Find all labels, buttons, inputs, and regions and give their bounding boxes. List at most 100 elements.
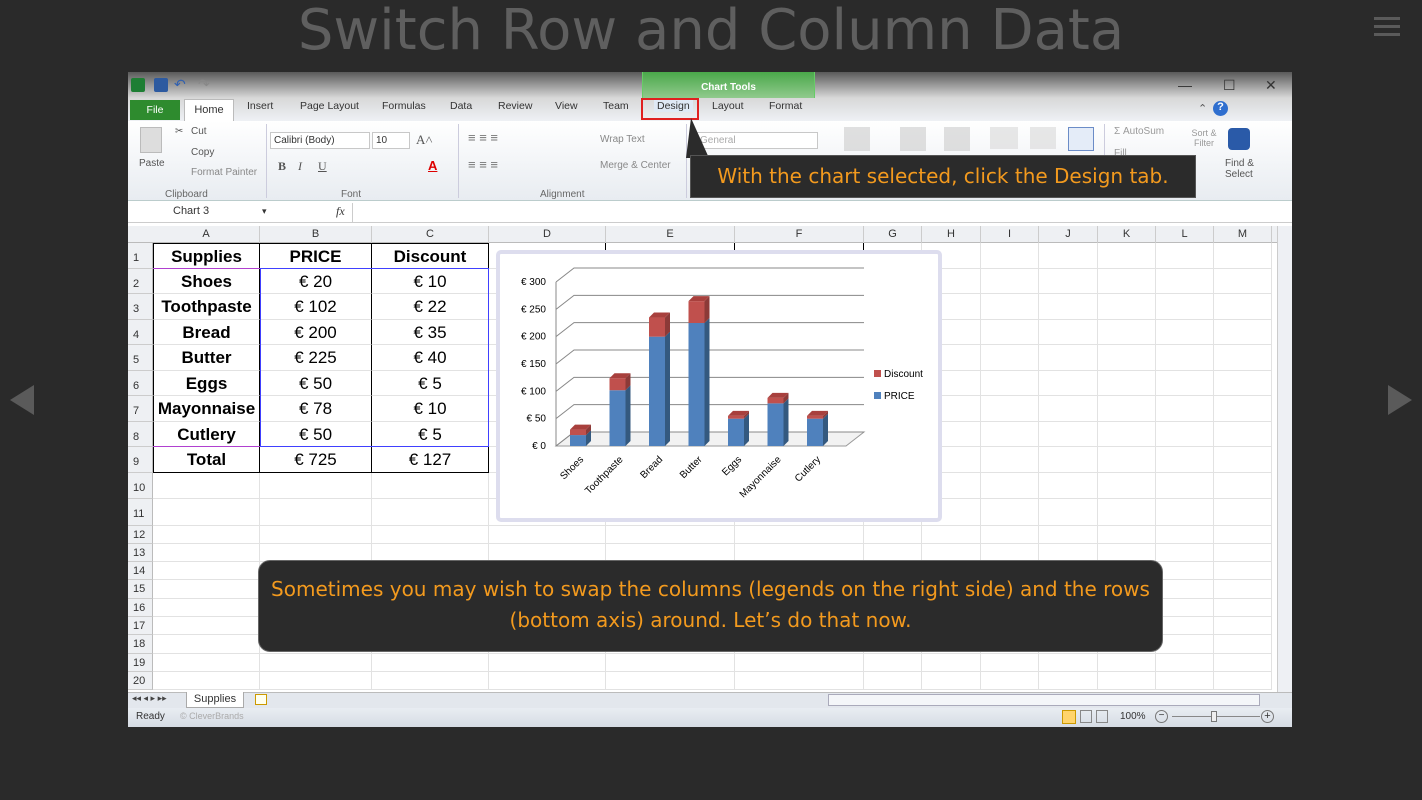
cell-M14[interactable] [1214, 562, 1272, 581]
column-header-j[interactable]: J [1039, 226, 1098, 243]
cell-M13[interactable] [1214, 543, 1272, 563]
cell-E12[interactable] [606, 525, 735, 544]
wrap-text-button[interactable]: Wrap Text [600, 134, 645, 145]
row-header-4[interactable]: 4 [128, 319, 153, 345]
close-icon[interactable]: ✕ [1265, 77, 1277, 94]
previous-slide-arrow-icon[interactable] [10, 385, 34, 415]
autosum-button[interactable]: Σ AutoSum [1114, 126, 1164, 137]
cell-G20[interactable] [864, 671, 922, 691]
cell-F20[interactable] [735, 671, 864, 691]
cell-I20[interactable] [981, 671, 1039, 691]
page-layout-view-icon[interactable] [1080, 710, 1092, 723]
cell-I4[interactable] [981, 319, 1039, 345]
column-header-e[interactable]: E [606, 226, 735, 243]
align-top-icon[interactable]: ≡ ≡ ≡ [468, 130, 498, 145]
cell-C1[interactable]: Discount [372, 243, 489, 269]
row-header-19[interactable]: 19 [128, 653, 153, 672]
cell-M9[interactable] [1214, 447, 1272, 473]
column-header-i[interactable]: I [981, 226, 1039, 243]
underline-button[interactable]: U [318, 159, 327, 174]
tab-layout[interactable]: Layout [712, 100, 744, 112]
cell-A1[interactable]: Supplies [153, 243, 260, 269]
conditional-formatting-icon[interactable] [844, 127, 870, 151]
cell-L17[interactable] [1156, 617, 1214, 636]
zoom-in-icon[interactable]: + [1261, 710, 1274, 723]
zoom-slider-thumb[interactable] [1211, 711, 1217, 722]
format-cells-icon[interactable] [1068, 127, 1094, 151]
cell-A14[interactable] [153, 562, 260, 581]
cell-I19[interactable] [981, 653, 1039, 672]
cell-M17[interactable] [1214, 617, 1272, 636]
column-header-b[interactable]: B [260, 226, 372, 243]
zoom-level[interactable]: 100% [1120, 711, 1146, 722]
cell-J5[interactable] [1039, 345, 1098, 371]
chart[interactable]: € 0 € 50 € 100 € 150 € 200 € 250 € 300 Shoes Too… [496, 250, 942, 522]
cell-M16[interactable] [1214, 598, 1272, 617]
font-name-select[interactable]: Calibri (Body) [270, 132, 370, 149]
cell-A19[interactable] [153, 653, 260, 672]
cell-K1[interactable] [1098, 243, 1156, 269]
row-header-6[interactable]: 6 [128, 370, 153, 396]
sheet-tab-supplies[interactable]: Supplies [186, 692, 244, 708]
cell-I8[interactable] [981, 421, 1039, 447]
merge-center-button[interactable]: Merge & Center [600, 160, 671, 171]
cell-K10[interactable] [1098, 472, 1156, 499]
cell-M1[interactable] [1214, 243, 1272, 269]
cell-M8[interactable] [1214, 421, 1272, 447]
cell-H12[interactable] [922, 525, 981, 544]
maximize-icon[interactable]: ☐ [1223, 77, 1236, 94]
tab-view[interactable]: View [555, 100, 578, 112]
cut-icon[interactable]: ✂ [175, 126, 183, 137]
cell-A15[interactable] [153, 580, 260, 599]
cell-J19[interactable] [1039, 653, 1098, 672]
cell-C10[interactable] [372, 472, 489, 499]
cell-B9[interactable]: € 725 [260, 447, 372, 473]
cell-I3[interactable] [981, 294, 1039, 320]
cell-C12[interactable] [372, 525, 489, 544]
cell-B1[interactable]: PRICE [260, 243, 372, 269]
format-painter-button[interactable]: Format Painter [191, 167, 257, 178]
tab-team[interactable]: Team [603, 100, 629, 112]
cell-A16[interactable] [153, 598, 260, 617]
cell-A18[interactable] [153, 635, 260, 654]
undo-icon[interactable]: ↶ [174, 76, 186, 93]
cell-I9[interactable] [981, 447, 1039, 473]
help-icon[interactable]: ? [1213, 101, 1228, 116]
cell-L4[interactable] [1156, 319, 1214, 345]
cell-K6[interactable] [1098, 370, 1156, 396]
column-header-l[interactable]: L [1156, 226, 1214, 243]
sheet-navigation-icon[interactable]: ◂◂ ◂ ▸ ▸▸ [132, 693, 167, 704]
cell-K9[interactable] [1098, 447, 1156, 473]
cell-K8[interactable] [1098, 421, 1156, 447]
row-header-2[interactable]: 2 [128, 268, 153, 294]
tab-home[interactable]: Home [184, 99, 234, 122]
cell-A20[interactable] [153, 671, 260, 691]
cell-I11[interactable] [981, 499, 1039, 526]
italic-button[interactable]: I [298, 159, 302, 174]
insert-function-button[interactable]: fx [336, 204, 345, 219]
cell-H19[interactable] [922, 653, 981, 672]
tab-data[interactable]: Data [450, 100, 472, 112]
row-header-17[interactable]: 17 [128, 617, 153, 636]
cell-G19[interactable] [864, 653, 922, 672]
cell-I10[interactable] [981, 472, 1039, 499]
cell-M15[interactable] [1214, 580, 1272, 599]
minimize-icon[interactable]: — [1178, 77, 1192, 93]
cell-M12[interactable] [1214, 525, 1272, 544]
bold-button[interactable]: B [278, 159, 286, 174]
cell-J11[interactable] [1039, 499, 1098, 526]
name-box-dropdown-icon[interactable]: ▾ [262, 206, 267, 217]
tab-page-layout[interactable]: Page Layout [300, 100, 359, 112]
cell-K3[interactable] [1098, 294, 1156, 320]
paste-button[interactable]: Paste [139, 158, 165, 169]
cell-H20[interactable] [922, 671, 981, 691]
row-header-15[interactable]: 15 [128, 580, 153, 599]
number-format-select[interactable]: General [696, 132, 818, 149]
cell-L16[interactable] [1156, 598, 1214, 617]
cell-M3[interactable] [1214, 294, 1272, 320]
cell-E19[interactable] [606, 653, 735, 672]
cell-M18[interactable] [1214, 635, 1272, 654]
binoculars-icon[interactable] [1228, 128, 1250, 150]
cell-K11[interactable] [1098, 499, 1156, 526]
format-as-table-icon[interactable] [900, 127, 926, 151]
